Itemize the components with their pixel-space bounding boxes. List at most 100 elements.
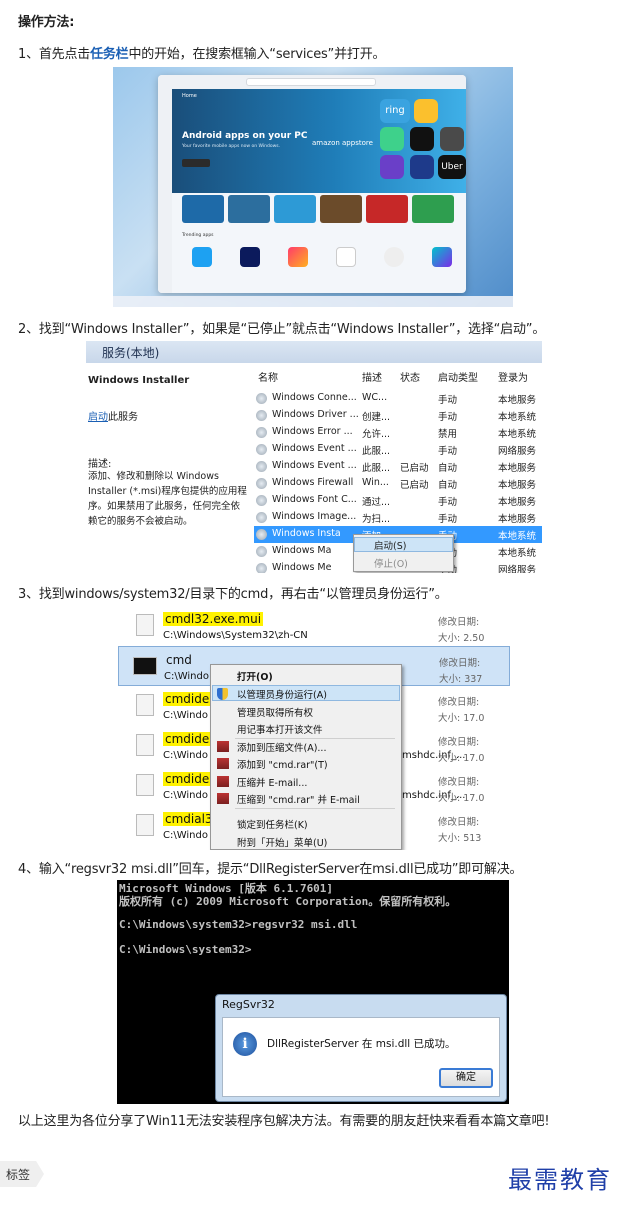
canva-icon <box>432 247 452 267</box>
menu-open[interactable]: 打开(O) <box>237 669 273 683</box>
menu-start[interactable]: 启动(S) <box>374 538 406 552</box>
section-heading: 操作方法: <box>18 15 75 30</box>
file-path: C:\Windo <box>163 710 208 721</box>
service-name-cell: Windows Event ... <box>272 460 357 471</box>
menu-pin-to-start[interactable]: 附到「开始」菜单(U) <box>237 835 327 849</box>
kindle-tile <box>414 99 438 123</box>
menu-compress-email[interactable]: 压缩并 E-mail... <box>237 775 307 789</box>
start-service-link[interactable]: 启动 <box>88 412 108 423</box>
menu-compress-to-rar-email[interactable]: 压缩到 "cmd.rar" 并 E-mail <box>237 792 360 806</box>
service-row[interactable]: Windows Image... 为扫... 手动 本地服务 <box>254 509 542 526</box>
service-logon-cell: 本地系统 <box>498 548 537 559</box>
service-name-cell: Windows Font C... <box>272 494 357 505</box>
gear-icon <box>256 478 267 489</box>
tag-label[interactable]: 标签 <box>0 1161 44 1187</box>
file-modified-label: 修改日期: <box>438 817 480 828</box>
menu-separator <box>235 808 395 809</box>
service-desc-cell: Win... <box>362 477 389 488</box>
app-tile <box>410 155 434 179</box>
gear-icon <box>256 563 267 573</box>
menu-add-to-archive[interactable]: 添加到压缩文件(A)... <box>237 740 326 754</box>
service-logon-cell: 本地系统 <box>498 429 537 440</box>
winrar-icon <box>217 776 229 787</box>
ok-button[interactable]: 确定 <box>439 1068 493 1088</box>
console-icon <box>133 657 157 675</box>
shield-icon <box>217 688 228 700</box>
gear-icon <box>256 427 267 438</box>
service-row[interactable]: Windows Font C... 通过... 手动 本地服务 <box>254 492 542 509</box>
app-tile <box>380 127 404 151</box>
taskbar-link[interactable]: 任务栏 <box>90 47 129 62</box>
service-desc-cell: 通过... <box>362 497 391 508</box>
service-name: Windows Installer <box>88 375 190 386</box>
column-header-startup-type[interactable]: 启动类型 <box>438 369 478 384</box>
winrar-icon <box>217 793 229 804</box>
store-cards <box>182 195 462 225</box>
start-service-line: 启动此服务 <box>88 412 138 423</box>
winrar-icon <box>217 741 229 752</box>
menu-stop[interactable]: 停止(O) <box>374 556 408 570</box>
gear-icon <box>256 495 267 506</box>
service-row[interactable]: Windows Firewall Win... 已启动 自动 本地服务 <box>254 475 542 492</box>
file-name: cmdide <box>163 692 212 706</box>
service-desc-cell: 创建... <box>362 412 391 423</box>
service-logon-cell: 本地系统 <box>498 412 537 423</box>
service-row[interactable]: Windows Event ... 此服... 已启动 自动 本地服务 <box>254 458 542 475</box>
menu-open-with-notepad[interactable]: 用记事本打开该文件 <box>237 722 323 736</box>
service-row[interactable]: Windows Error ... 允许... 禁用 本地系统 <box>254 424 542 441</box>
file-icon <box>136 814 154 836</box>
service-logon-cell: 本地服务 <box>498 497 537 508</box>
menu-take-ownership[interactable]: 管理员取得所有权 <box>237 705 313 719</box>
service-desc-cell: WC... <box>362 392 388 403</box>
service-desc-cell: 此服... <box>362 446 391 457</box>
gear-icon <box>256 461 267 472</box>
menu-run-as-admin[interactable]: 以管理员身份运行(A) <box>237 687 327 701</box>
file-path: C:\Windo <box>163 750 208 761</box>
adobe-icon <box>288 247 308 267</box>
app-tile <box>380 155 404 179</box>
gear-icon <box>256 410 267 421</box>
regsvr32-dialog: RegSvr32 i DllRegisterServer 在 msi.dll 已… <box>215 994 507 1102</box>
service-desc-cell: 允许... <box>362 429 391 440</box>
tiktok-tile <box>410 127 434 151</box>
winrar-icon <box>217 758 229 769</box>
service-name-cell: Windows Conne... <box>272 392 357 403</box>
service-name-cell: Windows Ma <box>272 545 332 556</box>
menu-separator <box>235 738 395 739</box>
gear-icon <box>256 546 267 557</box>
uber-tile: Uber <box>438 155 466 179</box>
file-modified-label: 修改日期: <box>438 737 480 748</box>
trending-apps-label: Trending apps <box>182 233 214 238</box>
store-home-label: Home <box>182 93 197 99</box>
column-header-status[interactable]: 状态 <box>400 369 420 384</box>
hero-title: Android apps on your PC <box>182 131 308 141</box>
service-startup-cell: 手动 <box>438 395 458 406</box>
site-logo: 最需教育 <box>508 1166 612 1194</box>
file-name: cmdide <box>163 732 212 746</box>
service-logon-cell: 网络服务 <box>498 446 537 457</box>
store-search-bar <box>246 78 376 86</box>
file-size-label: 大小: 2.50 <box>438 633 485 644</box>
ring-tile: ring <box>380 99 410 123</box>
menu-add-to-cmd-rar[interactable]: 添加到 "cmd.rar"(T) <box>237 757 328 771</box>
service-desc-cell: 此服... <box>362 463 391 474</box>
service-name-cell: Windows Me <box>272 562 332 573</box>
gear-icon <box>256 393 267 404</box>
file-icon <box>136 734 154 756</box>
service-startup-cell: 手动 <box>438 497 458 508</box>
column-header-logon-as[interactable]: 登录为 <box>498 369 528 384</box>
column-header-description[interactable]: 描述 <box>362 369 382 384</box>
menu-pin-to-taskbar[interactable]: 锁定到任务栏(K) <box>237 817 308 831</box>
wikipedia-icon <box>384 247 404 267</box>
column-header-name[interactable]: 名称 <box>258 369 278 384</box>
file-result-row[interactable]: cmdl32.exe.mui C:\Windows\System32\zh-CN 修… <box>118 606 510 646</box>
step-1-text: 1、首先点击任务栏中的开始，在搜索框输入“services”并打开。 <box>18 43 385 62</box>
file-modified-label: 修改日期: <box>439 658 481 669</box>
service-row[interactable]: Windows Event ... 此服... 手动 网络服务 <box>254 441 542 458</box>
windows-taskbar <box>113 296 513 307</box>
vscode-icon <box>336 247 356 267</box>
step-1-post: 中的开始，在搜索框输入“services”并打开。 <box>128 47 386 62</box>
service-row[interactable]: Windows Conne... WC... 手动 本地服务 <box>254 390 542 407</box>
service-name-cell: Windows Error ... <box>272 426 353 437</box>
service-row[interactable]: Windows Driver ... 创建... 手动 本地系统 <box>254 407 542 424</box>
